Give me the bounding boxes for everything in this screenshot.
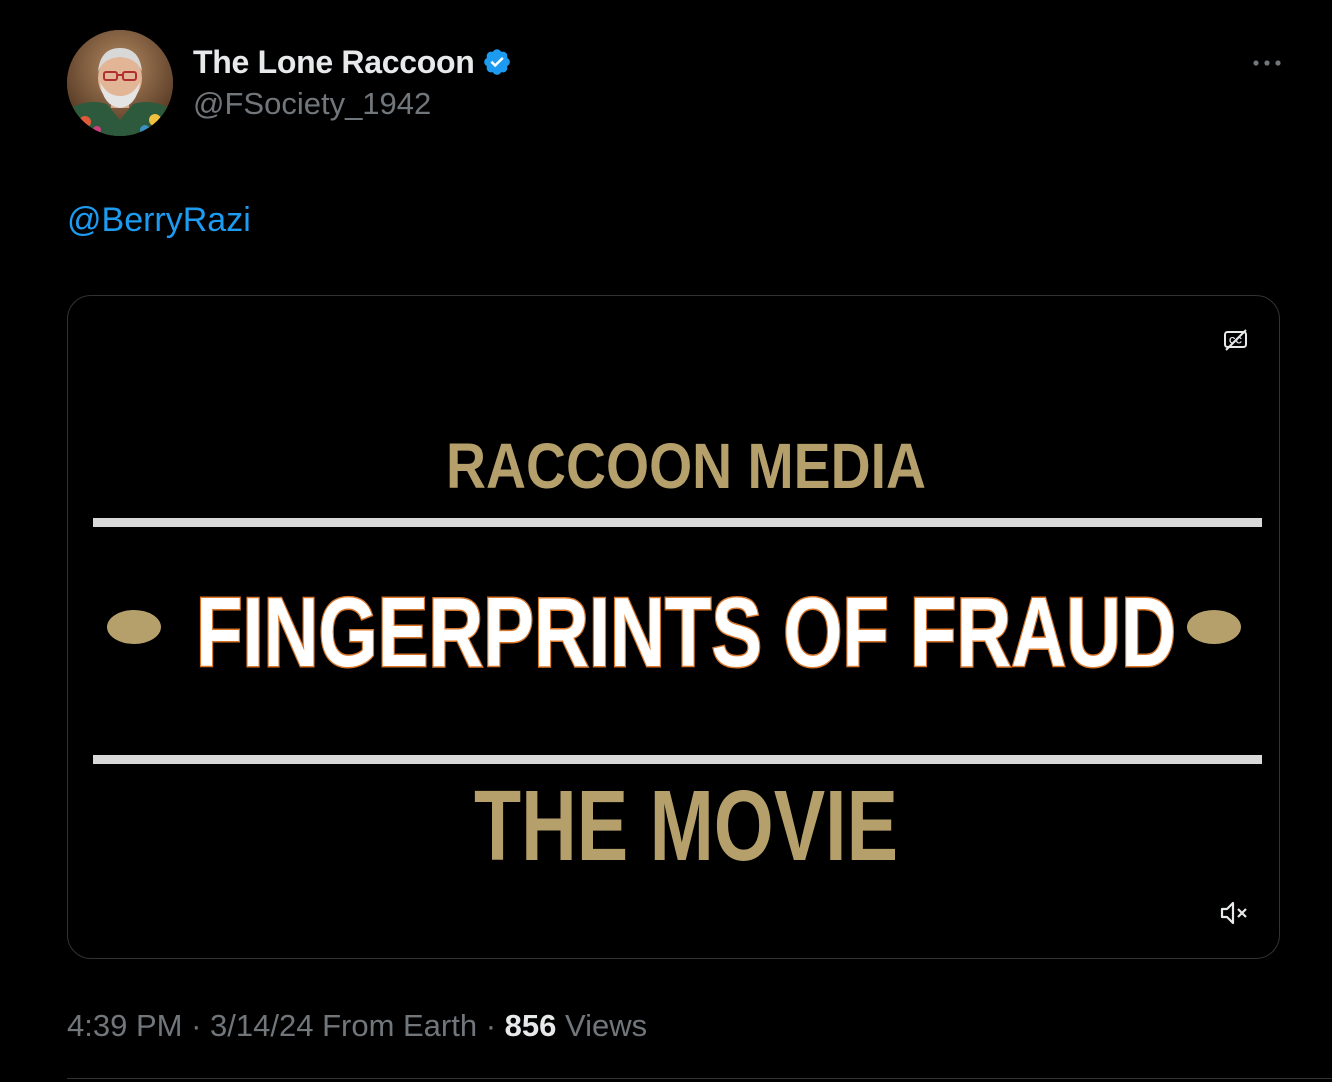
tweet-meta: 4:39 PM · 3/14/24 From Earth · 856 Views [67,1008,647,1044]
mute-toggle-button[interactable] [1219,898,1249,928]
mention-link[interactable]: @BerryRazi [67,201,251,239]
video-player[interactable]: RACCOON MEDIA FINGERPRINTS OF FRAUD THE … [67,295,1280,959]
views-count: 856 [504,1008,557,1043]
poster-dot-right [1187,610,1241,644]
avatar-image [67,30,173,136]
views-label: Views [556,1008,648,1043]
tweet-time[interactable]: 4:39 PM [67,1008,182,1043]
avatar[interactable] [67,30,173,136]
closed-captions-button[interactable]: CC [1223,327,1249,353]
poster-dot-left [107,610,161,644]
tweet-text: @BerryRazi [67,198,251,242]
closed-captions-off-icon: CC [1224,329,1247,351]
meta-separator: · [182,1008,211,1043]
tweet-header: The Lone Raccoon @FSociety_1942 [67,30,1287,136]
more-options-button[interactable] [1247,50,1287,76]
tweet-date[interactable]: 3/14/24 [210,1008,313,1043]
author-display-name[interactable]: The Lone Raccoon [193,44,475,81]
bottom-divider [67,1078,1332,1079]
author-name-row: The Lone Raccoon [193,42,512,82]
video-poster: RACCOON MEDIA FINGERPRINTS OF FRAUD THE … [93,430,1262,882]
meta-separator: · [477,1008,505,1043]
poster-divider-bottom [93,755,1262,764]
more-horizontal-icon [1253,60,1281,66]
author-handle[interactable]: @FSociety_1942 [193,86,431,122]
poster-title: FINGERPRINTS OF FRAUD [196,577,1176,687]
verified-badge-icon [482,47,512,77]
tweet-source: From Earth [313,1008,478,1043]
poster-kicker: RACCOON MEDIA [446,430,926,502]
speaker-muted-icon [1220,901,1247,925]
poster-divider-top [93,518,1262,527]
poster-subtitle: THE MOVIE [474,770,898,882]
